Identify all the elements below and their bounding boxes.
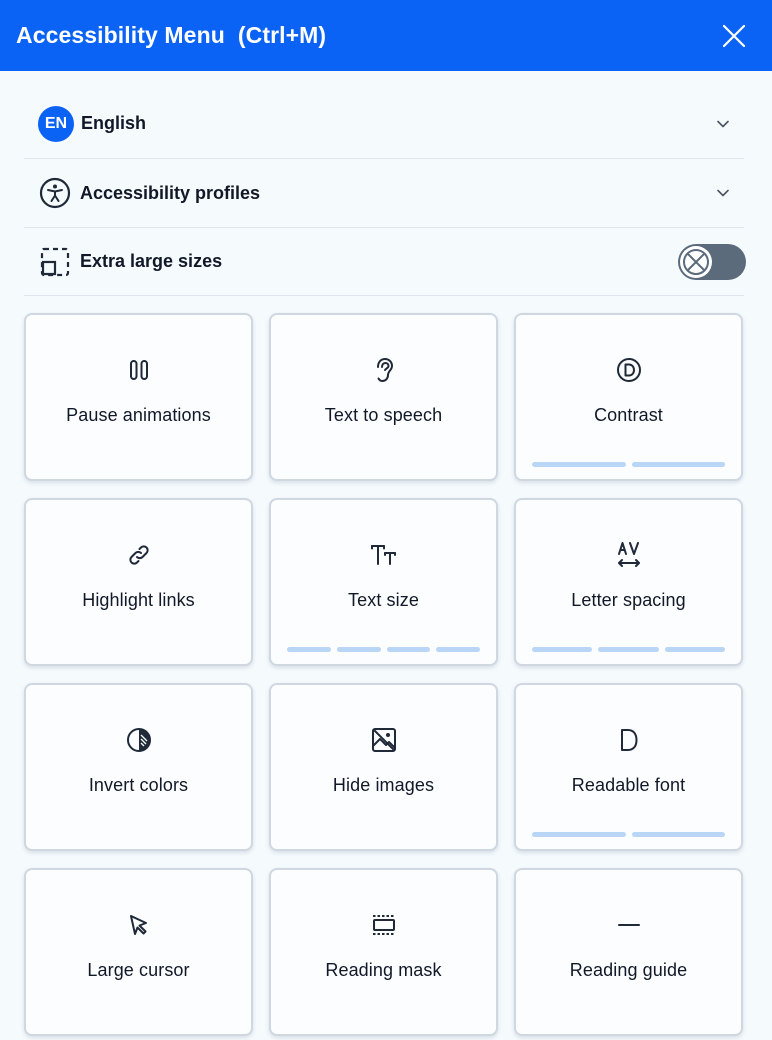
reading-mask-card[interactable]: Reading mask (269, 868, 498, 1036)
language-badge: EN (38, 105, 74, 142)
level-bar (532, 832, 626, 837)
feature-grid: Pause animations Text to speech Contrast (0, 296, 772, 1036)
contrast-icon (614, 355, 644, 385)
accessibility-profiles-label: Accessibility profiles (80, 182, 261, 203)
readable-font-card[interactable]: Readable font (514, 683, 743, 851)
ear-icon (369, 355, 399, 385)
text-size-card[interactable]: Text size (269, 498, 498, 666)
text-to-speech-card[interactable]: Text to speech (269, 313, 498, 481)
level-bar (336, 647, 381, 652)
text-size-icon (369, 540, 399, 570)
reading-guide-card[interactable]: Reading guide (514, 868, 743, 1036)
pause-animations-card[interactable]: Pause animations (24, 313, 253, 481)
invert-colors-card[interactable]: Invert colors (24, 683, 253, 851)
level-bar (436, 647, 480, 652)
reading-guide-icon (614, 910, 644, 940)
letter-spacing-level-bars (532, 647, 725, 652)
letter-spacing-card[interactable]: Letter spacing (514, 498, 743, 666)
resize-icon (38, 245, 72, 279)
contrast-label: Contrast (594, 405, 663, 425)
menu-header: Accessibility Menu (Ctrl+M) (0, 0, 772, 71)
hide-image-icon (369, 725, 399, 755)
accessibility-person-icon (38, 176, 72, 210)
invert-colors-icon (124, 725, 154, 755)
menu-title: Accessibility Menu (Ctrl+M) (16, 22, 327, 48)
text-size-label: Text size (348, 590, 419, 610)
reading-mask-icon (369, 910, 399, 940)
pause-icon (124, 355, 154, 385)
close-button[interactable] (720, 22, 748, 50)
pause-animations-label: Pause animations (66, 405, 211, 425)
highlight-links-card[interactable]: Highlight links (24, 498, 253, 666)
readable-font-icon (614, 725, 644, 755)
extra-large-sizes-toggle[interactable] (678, 243, 746, 280)
contrast-level-bars (532, 462, 725, 467)
contrast-card[interactable]: Contrast (514, 313, 743, 481)
cursor-icon (124, 910, 154, 940)
text-to-speech-label: Text to speech (324, 405, 443, 425)
hide-images-card[interactable]: Hide images (269, 683, 498, 851)
level-bar (664, 647, 725, 652)
large-cursor-label: Large cursor (87, 960, 190, 980)
extra-large-sizes-row: Extra large sizes (24, 228, 746, 296)
link-icon (124, 540, 154, 570)
chevron-down-icon (716, 186, 730, 200)
text-size-level-bars (287, 647, 480, 652)
reading-mask-label: Reading mask (325, 960, 442, 980)
readable-font-level-bars (532, 832, 725, 837)
level-bar (598, 647, 659, 652)
invert-colors-label: Invert colors (88, 775, 189, 795)
level-bar (386, 647, 431, 652)
level-bar (532, 647, 593, 652)
chevron-down-icon (716, 117, 730, 131)
letter-spacing-label: Letter spacing (571, 590, 686, 610)
hide-images-label: Hide images (332, 775, 435, 795)
level-bar (631, 832, 725, 837)
language-label: English (81, 113, 147, 133)
level-bar (287, 647, 331, 652)
close-icon (722, 24, 746, 47)
extra-large-sizes-label: Extra large sizes (80, 251, 223, 271)
level-bar (532, 462, 626, 467)
highlight-links-label: Highlight links (82, 590, 195, 610)
level-bar (631, 462, 725, 467)
reading-guide-label: Reading guide (569, 960, 688, 980)
letter-spacing-icon (614, 540, 644, 570)
accessibility-profiles-selector[interactable]: Accessibility profiles (24, 159, 744, 228)
language-selector[interactable]: EN English (24, 71, 744, 159)
toggle-off-icon (680, 245, 712, 278)
readable-font-label: Readable font (571, 775, 686, 795)
large-cursor-card[interactable]: Large cursor (24, 868, 253, 1036)
